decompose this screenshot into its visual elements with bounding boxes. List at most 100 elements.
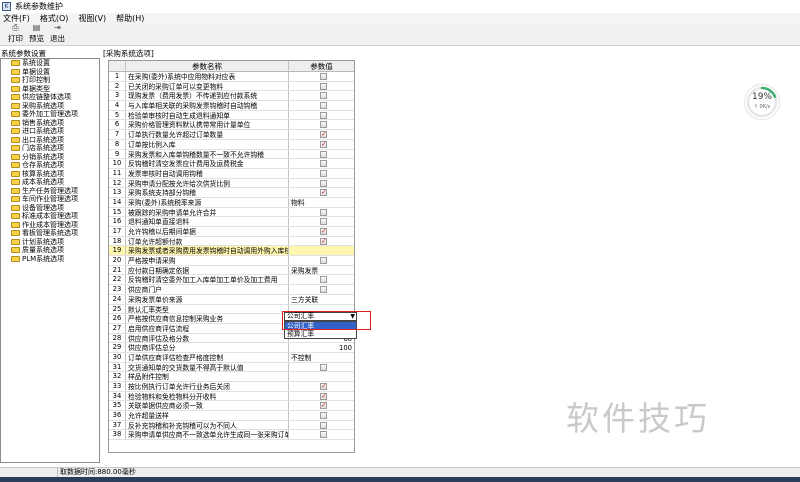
table-row[interactable]: 5 检验单审核时自动生成退料通知单 — [109, 110, 354, 121]
table-row[interactable]: 18 订单允许超额付款 — [109, 236, 354, 247]
tree-item[interactable]: 单据设置 — [1, 68, 99, 77]
exit-button[interactable]: ⇥ 退出 — [50, 23, 65, 44]
table-row[interactable]: 30 订单供应商评估检查严格度控制 不控制 — [109, 352, 354, 363]
param-value[interactable] — [289, 169, 354, 178]
checkbox-checked[interactable] — [320, 226, 327, 237]
tree-item[interactable]: PLM系统选项 — [1, 255, 99, 264]
table-row[interactable]: 37 反补充钩稽和补充钩稽可以为不同人 — [109, 420, 354, 431]
param-value[interactable] — [289, 372, 354, 381]
param-value[interactable]: 不控制 — [289, 353, 354, 362]
checkbox-checked[interactable] — [320, 381, 327, 392]
param-value[interactable] — [289, 111, 354, 120]
checkbox[interactable] — [320, 208, 327, 216]
checkbox[interactable] — [320, 92, 327, 100]
param-value[interactable] — [289, 256, 354, 265]
table-row[interactable]: 1 在采购(委外)系统中应用物料对应表 — [109, 72, 354, 82]
checkbox-checked[interactable] — [320, 236, 327, 247]
table-row[interactable]: 4 与入库单相关联的采购发票钩稽时自动钩稽 — [109, 101, 354, 111]
table-row[interactable]: 20 严格按申请采购 — [109, 256, 354, 266]
param-value[interactable]: 采购发票 — [289, 266, 354, 275]
checkbox[interactable] — [320, 102, 327, 110]
param-value[interactable] — [289, 363, 354, 372]
checkbox[interactable] — [320, 286, 327, 294]
print-button[interactable]: ⎙ 打印 — [8, 23, 23, 44]
table-row[interactable]: 16 退料通知单直接退料 — [109, 217, 354, 227]
table-row[interactable]: 38 采购申请单供应商不一致选单允许生成同一张采购订单 — [109, 430, 354, 441]
table-row[interactable]: 13 采购系统支持部分钩稽 — [109, 187, 354, 198]
param-value[interactable]: 物料 — [289, 198, 354, 207]
param-value[interactable] — [289, 208, 354, 217]
table-row[interactable]: 7 订单执行数量允许超过订单数量 — [109, 129, 354, 140]
param-value[interactable] — [289, 129, 354, 140]
menu-view[interactable]: 视图(V) — [78, 13, 106, 24]
checkbox[interactable] — [320, 121, 327, 129]
checkbox[interactable] — [320, 111, 327, 119]
table-row[interactable]: 15 被跟踪的采购申请单允许合并 — [109, 207, 354, 218]
param-value[interactable] — [289, 139, 354, 150]
param-value[interactable]: 三方关联 — [289, 295, 354, 304]
param-value[interactable] — [289, 159, 354, 168]
param-value[interactable] — [289, 179, 354, 188]
dropdown-option[interactable]: 预算汇率 — [285, 330, 356, 338]
table-row[interactable]: 3 现购发票（费用发票）不传递到应付款系统 — [109, 91, 354, 102]
table-row[interactable]: 29 供应商评估总分 100 — [109, 343, 354, 353]
param-value[interactable] — [289, 226, 354, 237]
table-row[interactable]: 21 应付款日期确定依据 采购发票 — [109, 265, 354, 276]
table-row[interactable]: 11 发票审核时自动调用钩稽 — [109, 168, 354, 179]
table-row[interactable]: 2 已关闭的采购订单可以变更物料 — [109, 81, 354, 92]
param-value[interactable] — [289, 285, 354, 294]
param-value[interactable] — [289, 411, 354, 420]
checkbox[interactable] — [320, 276, 327, 284]
param-value[interactable] — [289, 72, 354, 81]
param-value[interactable] — [289, 391, 354, 402]
param-value[interactable]: 100 — [289, 343, 354, 352]
checkbox-checked[interactable] — [320, 187, 327, 198]
table-row[interactable]: 8 订单按比例入库 — [109, 139, 354, 150]
param-value[interactable] — [289, 120, 354, 129]
checkbox-checked[interactable] — [320, 391, 327, 402]
table-row[interactable]: 17 允许钩稽以后期间单据 — [109, 226, 354, 237]
param-value[interactable] — [289, 217, 354, 226]
param-value[interactable] — [289, 430, 354, 439]
param-value[interactable] — [289, 82, 354, 91]
table-row[interactable]: 10 反钩稽时清空发票应计费用及运费税金 — [109, 159, 354, 169]
table-row[interactable]: 36 允许超量送样 — [109, 411, 354, 421]
progress-widget[interactable]: 19% ↑ 0K/s — [745, 85, 779, 119]
checkbox[interactable] — [320, 218, 327, 226]
checkbox[interactable] — [320, 160, 327, 168]
menu-help[interactable]: 帮助(H) — [116, 13, 144, 24]
table-row[interactable]: 6 采购价格管理资料默认携带常用计量单位 — [109, 120, 354, 131]
table-row[interactable]: 22 反钩稽时清空委外加工入库单加工单价及加工费用 — [109, 275, 354, 286]
param-value[interactable] — [289, 421, 354, 430]
checkbox[interactable] — [320, 431, 327, 439]
checkbox[interactable] — [320, 73, 327, 80]
param-value[interactable] — [289, 187, 354, 198]
table-row[interactable]: 14 采购(委外)系统税率来源 物料 — [109, 197, 354, 208]
param-value[interactable] — [289, 236, 354, 247]
preview-button[interactable]: ▤ 预览 — [29, 23, 44, 44]
param-value[interactable] — [289, 400, 354, 411]
table-row[interactable]: 35 关联单据供应商必须一致 — [109, 400, 354, 411]
param-value[interactable] — [289, 275, 354, 284]
checkbox-checked[interactable] — [320, 400, 327, 411]
checkbox[interactable] — [320, 82, 327, 90]
param-value[interactable] — [289, 101, 354, 110]
checkbox[interactable] — [320, 421, 327, 429]
checkbox[interactable] — [320, 179, 327, 187]
checkbox-checked[interactable] — [320, 139, 327, 150]
tree-item[interactable]: 打印控制 — [1, 76, 99, 85]
checkbox-checked[interactable] — [320, 129, 327, 140]
table-row[interactable]: 9 采购发票和入库单钩稽数量不一致不允许钩稽 — [109, 149, 354, 160]
tree-item[interactable]: 系统设置 — [1, 59, 99, 68]
param-value[interactable] — [289, 91, 354, 100]
checkbox[interactable] — [320, 257, 327, 265]
checkbox[interactable] — [320, 150, 327, 158]
table-row[interactable]: 24 采购发票单价来源 三方关联 — [109, 294, 354, 305]
table-row[interactable]: 31 交货通知单的交货数量不得高于默认值 — [109, 362, 354, 373]
table-row[interactable]: 34 检验物料和免检物料分开收料 — [109, 391, 354, 402]
checkbox[interactable] — [320, 169, 327, 177]
table-row[interactable]: 12 采购申请分配按允许给次供货比例 — [109, 178, 354, 189]
param-value[interactable] — [289, 246, 354, 256]
param-value[interactable] — [289, 150, 354, 159]
checkbox[interactable] — [320, 363, 327, 371]
